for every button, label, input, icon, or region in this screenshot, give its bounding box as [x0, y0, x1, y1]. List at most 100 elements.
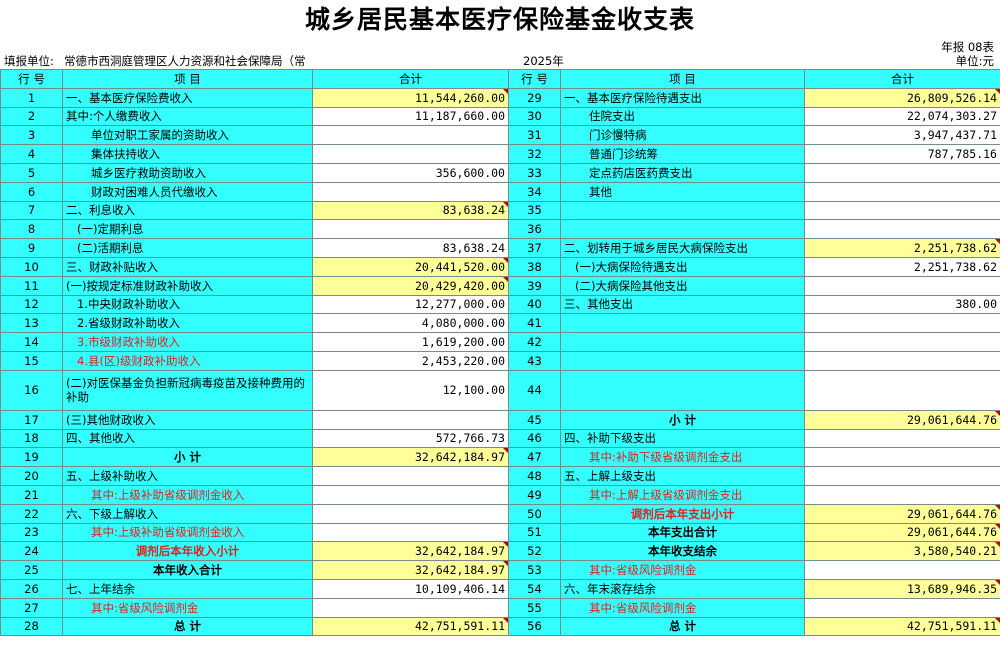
row-item: 五、上级补助收入 [62, 466, 313, 486]
row-number: 36 [508, 219, 561, 240]
row-item: 集体扶持收入 [62, 144, 313, 164]
row-number: 54 [508, 578, 561, 599]
row-item [560, 369, 805, 411]
row-number: 55 [508, 597, 561, 618]
row-number: 28 [0, 616, 63, 637]
row-value [312, 125, 509, 146]
row-value: 2,251,738.62 [804, 238, 1000, 258]
row-item: 一、基本医疗保险待遇支出 [560, 87, 805, 108]
row-value [804, 447, 1000, 468]
row-number: 17 [0, 409, 63, 430]
table-row: 15 4.县(区)级财政补助收入 2,453,220.00 43 [0, 350, 1000, 371]
row-value [804, 466, 1000, 486]
table-row: 2 其中:个人缴费收入 11,187,660.00 30 住院支出 22,074,303.… [0, 106, 1000, 127]
row-item: 1.中央财政补助收入 [62, 294, 313, 315]
row-number: 15 [0, 350, 63, 371]
report-year: 2025年 [523, 54, 564, 68]
row-value [804, 162, 1000, 183]
row-value [804, 181, 1000, 202]
header-item-left: 项 目 [62, 69, 313, 89]
row-number: 33 [508, 162, 561, 183]
row-number: 7 [0, 200, 63, 221]
row-item: 其中:上级补助省级调剂金收入 [62, 484, 313, 505]
row-item: 本年收支结余 [560, 541, 805, 562]
row-item: 其中:省级风险调剂金 [560, 560, 805, 580]
row-value: 83,638.24 [312, 200, 509, 221]
table-row: 1 一、基本医疗保险费收入 11,544,260.00 29 一、基本医疗保险待遇支出 2… [0, 87, 1000, 108]
row-item: 单位对职工家属的资助收入 [62, 125, 313, 146]
row-item [560, 200, 805, 221]
row-item [560, 313, 805, 334]
row-number: 48 [508, 466, 561, 486]
row-number: 25 [0, 560, 63, 580]
page-title: 城乡居民基本医疗保险基金收支表 [304, 5, 695, 34]
fill-unit-label: 填报单位: [4, 54, 54, 68]
row-value [804, 428, 1000, 449]
row-item: 三、其他支出 [560, 294, 805, 315]
row-item: 小 计 [62, 447, 313, 468]
row-number: 42 [508, 332, 561, 352]
row-value [312, 597, 509, 618]
row-item: 门诊慢特病 [560, 125, 805, 146]
table-row: 9 (二)活期利息 83,638.24 37 二、划转用于城乡居民大病保险支出 2,251… [0, 238, 1000, 258]
table-row: 24 调剂后本年收入小计 32,642,184.97 52 本年收支结余 3,580,54… [0, 541, 1000, 562]
row-number: 26 [0, 578, 63, 599]
row-item: 本年支出合计 [560, 522, 805, 543]
row-value: 4,080,000.00 [312, 313, 509, 334]
row-item: 六、年末滚存结余 [560, 578, 805, 599]
row-item: 二、利息收入 [62, 200, 313, 221]
row-value [804, 484, 1000, 505]
row-number: 37 [508, 238, 561, 258]
row-value [804, 313, 1000, 334]
row-value [804, 597, 1000, 618]
row-value: 22,074,303.27 [804, 106, 1000, 127]
row-value: 20,441,520.00 [312, 256, 509, 277]
header-total-right: 合计 [804, 69, 1000, 89]
table-row: 5 城乡医疗救助资助收入 356,600.00 33 定点药店医药费支出 [0, 162, 1000, 183]
row-item: 六、下级上解收入 [62, 503, 313, 524]
row-value [312, 484, 509, 505]
header-row-no-right: 行 号 [508, 69, 561, 89]
table-row: 22 六、下级上解收入 50 调剂后本年支出小计 29,061,644.76 [0, 503, 1000, 524]
table-row: 8 (一)定期利息 36 [0, 219, 1000, 240]
row-value: 3,947,437.71 [804, 125, 1000, 146]
row-value: 11,187,660.00 [312, 106, 509, 127]
row-number: 27 [0, 597, 63, 618]
row-number: 8 [0, 219, 63, 240]
fund-table: 行 号 项 目 合计 行 号 项 目 合计 1 一、基本医疗保险费收入 11,544… [0, 69, 1000, 637]
row-item: 其中:上级补助省级调剂金收入 [62, 522, 313, 543]
row-value: 787,785.16 [804, 144, 1000, 164]
table-row: 3 单位对职工家属的资助收入 31 门诊慢特病 3,947,437.71 [0, 125, 1000, 146]
row-item: 调剂后本年收入小计 [62, 541, 313, 562]
row-number: 20 [0, 466, 63, 486]
row-number: 51 [508, 522, 561, 543]
table-row: 19 小 计 32,642,184.97 47 其中:补助下级省级调剂金支出 [0, 447, 1000, 468]
row-value: 42,751,591.11 [312, 616, 509, 637]
row-item: 其中:补助下级省级调剂金支出 [560, 447, 805, 468]
row-value: 29,061,644.76 [804, 409, 1000, 430]
table-row: 18 四、其他收入 572,766.73 46 四、补助下级支出 [0, 428, 1000, 449]
row-item: 总 计 [560, 616, 805, 637]
row-number: 6 [0, 181, 63, 202]
row-value [312, 219, 509, 240]
table-row: 12 1.中央财政补助收入 12,277,000.00 40 三、其他支出 380.00 [0, 294, 1000, 315]
row-item: 其他 [560, 181, 805, 202]
table-row: 20 五、上级补助收入 48 五、上解上级支出 [0, 466, 1000, 486]
row-value: 29,061,644.76 [804, 522, 1000, 543]
row-number: 34 [508, 181, 561, 202]
table-row: 4 集体扶持收入 32 普通门诊统筹 787,785.16 [0, 144, 1000, 164]
row-value: 29,061,644.76 [804, 503, 1000, 524]
table-row: 7 二、利息收入 83,638.24 35 [0, 200, 1000, 221]
row-number: 4 [0, 144, 63, 164]
row-value: 10,109,406.14 [312, 578, 509, 599]
row-number: 5 [0, 162, 63, 183]
row-value: 572,766.73 [312, 428, 509, 449]
row-value: 83,638.24 [312, 238, 509, 258]
row-number: 3 [0, 125, 63, 146]
row-value: 32,642,184.97 [312, 560, 509, 580]
row-value [312, 466, 509, 486]
row-number: 18 [0, 428, 63, 449]
row-value: 26,809,526.14 [804, 87, 1000, 108]
row-number: 44 [508, 369, 561, 411]
row-value: 13,689,946.35 [804, 578, 1000, 599]
